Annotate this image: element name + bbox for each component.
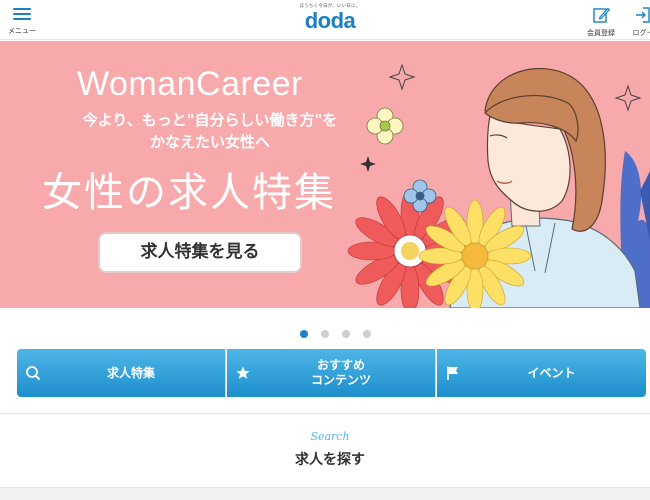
star-icon — [236, 366, 250, 379]
carousel-dot[interactable] — [363, 330, 372, 338]
nav-label-line1: おすすめ — [316, 358, 365, 372]
carousel-dot[interactable] — [300, 330, 308, 338]
banner-cta-button[interactable]: 求人特集を見る — [98, 232, 302, 273]
search-icon — [26, 366, 41, 381]
edit-icon — [593, 7, 610, 23]
banner-tagline: 今より、もっと"自分らしい働き方"を かなえたい女性へ — [50, 109, 370, 153]
promo-banner[interactable]: WomanCareer 今より、もっと"自分らしい働き方"を かなえたい女性へ … — [0, 41, 650, 308]
hamburger-icon — [13, 8, 31, 20]
carousel-dot[interactable] — [321, 330, 330, 338]
section-divider — [0, 413, 650, 414]
doda-logo[interactable]: ほうちく今日が、いい日に。 doda — [290, 3, 370, 33]
menu-button[interactable]: メニュー — [4, 5, 40, 37]
search-section-title: 求人を探す — [295, 452, 365, 468]
banner-brand: WomanCareer — [77, 65, 303, 103]
woman-illustration — [347, 63, 650, 308]
carousel-dots — [300, 323, 379, 338]
nav-button-job-features[interactable]: 求人特集 — [17, 349, 226, 397]
nav-label: おすすめ コンテンツ — [257, 349, 425, 397]
nav-button-recommended[interactable]: おすすめ コンテンツ — [227, 349, 436, 397]
logo-wordmark: doda — [304, 8, 356, 33]
search-panel-edge — [0, 487, 650, 500]
search-script-label: Search — [310, 430, 350, 443]
nav-label: 求人特集 — [106, 365, 155, 380]
nav-button-events[interactable]: イベント — [437, 349, 646, 397]
app-header: メニュー ほうちく今日が、いい日に。 doda 会員登録 ログイ — [0, 0, 650, 40]
nav-label: イベント — [527, 365, 576, 380]
menu-label: メニュー — [8, 27, 36, 35]
carousel-dot[interactable] — [342, 330, 351, 338]
login-button[interactable]: ログイ — [622, 5, 650, 37]
register-label: 会員登録 — [587, 29, 615, 37]
banner-headline: 女性の求人特集 — [42, 170, 336, 216]
banner-tagline-line2: かなえたい女性へ — [149, 133, 270, 151]
banner-tagline-line1: 今より、もっと"自分らしい働き方"を — [82, 111, 338, 129]
quick-nav: 求人特集 おすすめ コンテンツ イベント — [17, 349, 646, 397]
login-label: ログイ — [632, 29, 650, 37]
login-icon — [636, 7, 650, 23]
register-button[interactable]: 会員登録 — [580, 5, 622, 37]
flag-icon — [447, 366, 458, 380]
nav-label-line2: コンテンツ — [310, 373, 371, 387]
